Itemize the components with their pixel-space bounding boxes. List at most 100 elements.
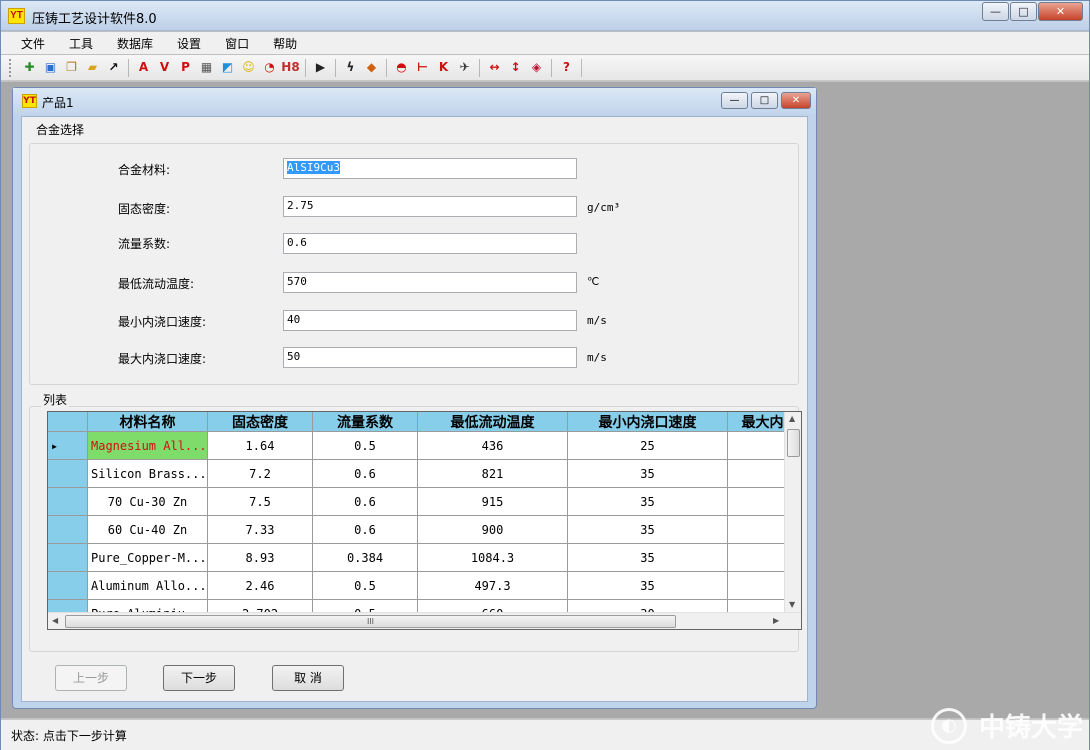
row-header[interactable] bbox=[48, 600, 88, 612]
grid-cell[interactable]: 436 bbox=[418, 432, 568, 460]
child-maximize-button[interactable]: □ bbox=[751, 92, 778, 109]
grid-horizontal-scroll-thumb[interactable]: III bbox=[65, 615, 676, 628]
grid-cell[interactable]: 900 bbox=[418, 516, 568, 544]
minimize-button[interactable]: — bbox=[982, 2, 1009, 21]
new-icon[interactable]: ✚ bbox=[20, 58, 39, 77]
maximize-button[interactable]: □ bbox=[1010, 2, 1037, 21]
row-header[interactable] bbox=[48, 488, 88, 516]
grid-cell[interactable]: 35 bbox=[568, 488, 728, 516]
grid-cell[interactable]: 821 bbox=[418, 460, 568, 488]
max-gate-speed-input[interactable]: 50 bbox=[283, 347, 577, 368]
calculator-icon[interactable]: ▦ bbox=[197, 58, 216, 77]
menu-window[interactable]: 窗口 bbox=[213, 35, 261, 52]
scroll-down-arrow-icon[interactable]: ▼ bbox=[789, 600, 795, 609]
menu-settings[interactable]: 设置 bbox=[165, 35, 213, 52]
copy-icon[interactable]: ❐ bbox=[62, 58, 81, 77]
vertical-arrow-icon[interactable]: ↕ bbox=[506, 58, 525, 77]
row-header[interactable] bbox=[48, 544, 88, 572]
grid-cell[interactable]: Silicon Brass... bbox=[88, 460, 208, 488]
row-header[interactable] bbox=[48, 516, 88, 544]
menu-tools[interactable]: 工具 bbox=[57, 35, 105, 52]
grid-cell[interactable] bbox=[728, 544, 785, 572]
grid-cell[interactable]: 2.702 bbox=[208, 600, 313, 612]
grid-cell[interactable]: 2.46 bbox=[208, 572, 313, 600]
flow-coefficient-input[interactable]: 0.6 bbox=[283, 233, 577, 254]
table-row[interactable]: Aluminum Allo... 2.46 0.5 497.3 35 bbox=[48, 572, 785, 600]
column-header[interactable]: 最大内 bbox=[728, 412, 785, 432]
grid-cell[interactable]: Magnesium All... bbox=[88, 432, 208, 460]
width-h-icon[interactable]: ⊢ bbox=[413, 58, 432, 77]
bird-icon[interactable]: ✈ bbox=[455, 58, 474, 77]
child-minimize-button[interactable]: — bbox=[721, 92, 748, 109]
grid-cell[interactable]: 25 bbox=[568, 432, 728, 460]
grid-cell[interactable] bbox=[728, 600, 785, 612]
grid-cell[interactable]: 70 Cu-30 Zn bbox=[88, 488, 208, 516]
grid-cell[interactable]: 35 bbox=[568, 544, 728, 572]
formula-p-icon[interactable]: P bbox=[176, 58, 195, 77]
grid-cell[interactable]: 7.2 bbox=[208, 460, 313, 488]
grid-cell[interactable] bbox=[728, 572, 785, 600]
column-header[interactable]: 固态密度 bbox=[208, 412, 313, 432]
smiley-icon[interactable]: ☺ bbox=[239, 58, 258, 77]
grid-cell[interactable] bbox=[728, 432, 785, 460]
grid-cell[interactable]: 30 bbox=[568, 600, 728, 612]
grid-cell[interactable]: 0.5 bbox=[313, 600, 418, 612]
grid-cell[interactable]: 0.6 bbox=[313, 460, 418, 488]
grid-cell[interactable]: Aluminum Allo... bbox=[88, 572, 208, 600]
grid-cell[interactable]: 35 bbox=[568, 460, 728, 488]
child-close-button[interactable]: ✕ bbox=[781, 92, 811, 109]
formula-k-icon[interactable]: K bbox=[434, 58, 453, 77]
menu-help[interactable]: 帮助 bbox=[261, 35, 309, 52]
column-header[interactable]: 最小内浇口速度 bbox=[568, 412, 728, 432]
table-row[interactable]: Silicon Brass... 7.2 0.6 821 35 bbox=[48, 460, 785, 488]
lightning-icon[interactable]: ϟ bbox=[341, 58, 360, 77]
grid-corner-cell[interactable] bbox=[48, 412, 88, 432]
fire-icon[interactable]: ◆ bbox=[362, 58, 381, 77]
min-flow-temp-input[interactable]: 570 bbox=[283, 272, 577, 293]
grid-cell[interactable] bbox=[728, 488, 785, 516]
grid-cell[interactable]: 915 bbox=[418, 488, 568, 516]
grid-cell[interactable]: 0.5 bbox=[313, 572, 418, 600]
column-header[interactable]: 最低流动温度 bbox=[418, 412, 568, 432]
grid-cell[interactable]: 7.5 bbox=[208, 488, 313, 516]
grid-cell[interactable]: 8.93 bbox=[208, 544, 313, 572]
close-button[interactable]: ✕ bbox=[1038, 2, 1083, 21]
grid-cell[interactable]: 60 Cu-40 Zn bbox=[88, 516, 208, 544]
table-row[interactable]: Pure_Aluminiu...2.7020.566030 bbox=[48, 600, 785, 612]
menu-database[interactable]: 数据库 bbox=[105, 35, 165, 52]
open-folder-icon[interactable]: ▰ bbox=[83, 58, 102, 77]
export-icon[interactable]: ↗ bbox=[104, 58, 123, 77]
h8-icon[interactable]: H8 bbox=[281, 58, 300, 77]
formula-v-icon[interactable]: V bbox=[155, 58, 174, 77]
table-row[interactable]: ▸ Magnesium All... 1.64 0.5 436 25 bbox=[48, 432, 785, 460]
grid-cell[interactable] bbox=[728, 460, 785, 488]
grid-cell[interactable]: 660 bbox=[418, 600, 568, 612]
grid-cell[interactable]: 0.5 bbox=[313, 432, 418, 460]
scroll-left-arrow-icon[interactable]: ◀ bbox=[52, 616, 58, 625]
grid-cell[interactable] bbox=[728, 516, 785, 544]
alloy-material-input[interactable]: AlSI9Cu3 bbox=[283, 158, 577, 179]
toolbar-grip[interactable] bbox=[9, 58, 13, 77]
row-header[interactable] bbox=[48, 460, 88, 488]
table-row[interactable]: 60 Cu-40 Zn 7.33 0.6 900 35 bbox=[48, 516, 785, 544]
grid-cell[interactable]: 35 bbox=[568, 516, 728, 544]
grid-cell[interactable]: 1084.3 bbox=[418, 544, 568, 572]
grid-vertical-scroll-thumb[interactable] bbox=[787, 429, 800, 457]
grid-cell[interactable]: 0.6 bbox=[313, 488, 418, 516]
grid-cell[interactable]: 0.384 bbox=[313, 544, 418, 572]
table-row[interactable]: 70 Cu-30 Zn 7.5 0.6 915 35 bbox=[48, 488, 785, 516]
row-header[interactable]: ▸ bbox=[48, 432, 88, 460]
column-header[interactable]: 流量系数 bbox=[313, 412, 418, 432]
min-gate-speed-input[interactable]: 40 bbox=[283, 310, 577, 331]
cancel-button[interactable]: 取 消 bbox=[272, 665, 344, 691]
play-icon[interactable]: ▶ bbox=[311, 58, 330, 77]
help-icon[interactable]: ? bbox=[557, 58, 576, 77]
row-header[interactable] bbox=[48, 572, 88, 600]
save-icon[interactable]: ▣ bbox=[41, 58, 60, 77]
grid-cell[interactable]: 497.3 bbox=[418, 572, 568, 600]
grid-horizontal-scrollbar[interactable]: ◀ III ▶ bbox=[48, 612, 801, 629]
menu-file[interactable]: 文件 bbox=[9, 35, 57, 52]
prev-step-button[interactable]: 上一步 bbox=[55, 665, 127, 691]
grid-cell[interactable]: 1.64 bbox=[208, 432, 313, 460]
formula-a-icon[interactable]: A bbox=[134, 58, 153, 77]
